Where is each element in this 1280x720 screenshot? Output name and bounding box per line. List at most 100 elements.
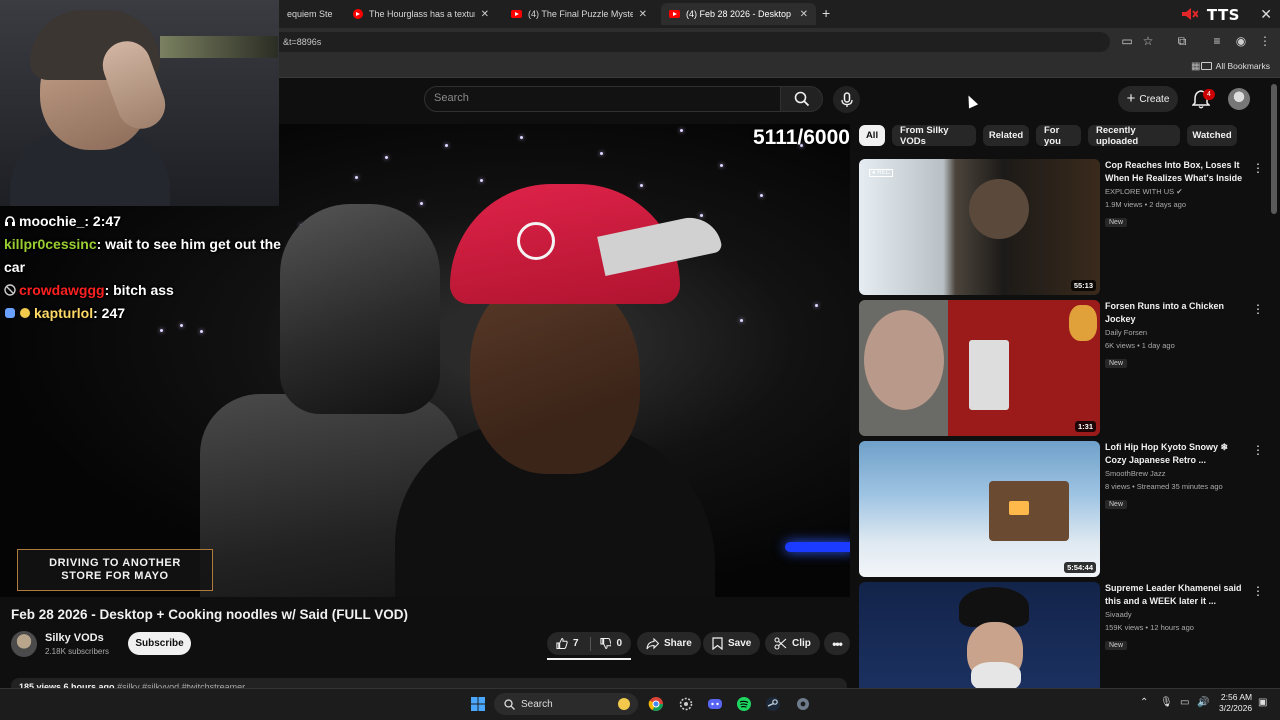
recommended-video[interactable]: Supreme Leader Khamenei said this and a … bbox=[859, 582, 1259, 688]
search-button[interactable] bbox=[781, 86, 823, 112]
url-box[interactable] bbox=[270, 32, 1110, 52]
video-thumbnail[interactable]: 5:54:44 bbox=[859, 441, 1100, 577]
all-bookmarks-button[interactable]: All Bookmarks bbox=[1200, 61, 1270, 71]
tray-microphone-icon[interactable]: 🎙 bbox=[1160, 697, 1173, 708]
browser-tab-active[interactable]: (4) Feb 28 2026 - Desktop + Co ✕ bbox=[661, 3, 816, 25]
media-controls-icon[interactable]: ≡ bbox=[1210, 34, 1224, 48]
video-thumbnail[interactable] bbox=[859, 582, 1100, 688]
channel-name[interactable]: Silky VODs bbox=[45, 632, 104, 644]
video-title: Feb 28 2026 - Desktop + Cooking noodles … bbox=[11, 607, 408, 622]
browser-menu-icon[interactable]: ⋮ bbox=[1258, 34, 1272, 48]
video-duration: 5:54:44 bbox=[1064, 562, 1096, 573]
channel-name[interactable]: Sivaady bbox=[1105, 608, 1245, 621]
more-vertical-icon[interactable]: ⋮ bbox=[1252, 302, 1264, 316]
starlight bbox=[760, 194, 763, 197]
windows-start-icon[interactable] bbox=[470, 696, 486, 712]
taskbar-search-label: Search bbox=[521, 698, 553, 710]
tray-chevron-icon[interactable]: ⌃ bbox=[1140, 697, 1148, 708]
account-avatar[interactable] bbox=[1228, 88, 1250, 110]
close-tab-icon[interactable]: ✕ bbox=[800, 9, 808, 20]
more-vertical-icon[interactable]: ⋮ bbox=[1252, 443, 1264, 457]
chip-all[interactable]: All bbox=[859, 125, 885, 146]
recommended-video[interactable]: 5:54:44 Lofi Hip Hop Kyoto Snowy ❄ Cozy … bbox=[859, 441, 1264, 577]
tray-volume-icon[interactable]: 🔊 bbox=[1197, 697, 1209, 708]
like-count[interactable]: 7 bbox=[573, 638, 579, 649]
search-box[interactable] bbox=[424, 86, 781, 112]
channel-name[interactable]: Daily Forsen bbox=[1105, 326, 1245, 339]
video-title[interactable]: Supreme Leader Khamenei said this and a … bbox=[1105, 582, 1245, 608]
extensions-icon[interactable]: ⧉ bbox=[1175, 34, 1189, 48]
chip-recently-uploaded[interactable]: Recently uploaded bbox=[1088, 125, 1180, 147]
spotify-icon[interactable] bbox=[736, 696, 752, 712]
thumbnail-window-light bbox=[1009, 501, 1029, 515]
chat-message: killpr0cessinc: wait to see him get out … bbox=[4, 233, 304, 279]
share-label: Share bbox=[664, 638, 692, 649]
close-tab-icon[interactable]: ✕ bbox=[481, 9, 489, 20]
tts-overlay-logo: TTS bbox=[1206, 6, 1240, 24]
stream-status-overlay: DRIVING TO ANOTHER STORE FOR MAYO bbox=[17, 549, 213, 591]
voice-search-button[interactable] bbox=[833, 86, 860, 113]
thumbs-down-icon[interactable] bbox=[599, 637, 612, 650]
share-button[interactable]: Share bbox=[637, 632, 701, 655]
search-input[interactable]: Search bbox=[434, 92, 469, 104]
taskbar-clock[interactable]: 2:56 AM 3/2/2026 bbox=[1219, 692, 1252, 714]
channel-avatar[interactable] bbox=[11, 631, 37, 657]
chip-from-silky-vods[interactable]: From Silky VODs bbox=[892, 125, 976, 147]
video-title[interactable]: Forsen Runs into a Chicken Jockey bbox=[1105, 300, 1245, 326]
discord-icon[interactable] bbox=[707, 696, 723, 712]
url-text[interactable]: &t=8896s bbox=[283, 37, 321, 47]
overlay-line: STORE FOR MAYO bbox=[61, 570, 169, 582]
recommended-video[interactable]: ● REC 55:13 Cop Reaches Into Box, Loses … bbox=[859, 159, 1264, 295]
channel-name[interactable]: SmoothBrew Jazz bbox=[1105, 467, 1245, 480]
settings-gear-icon[interactable] bbox=[678, 696, 694, 712]
steam-icon[interactable] bbox=[765, 696, 781, 712]
new-tab-icon[interactable]: + bbox=[822, 5, 830, 21]
all-bookmarks-label: All Bookmarks bbox=[1215, 61, 1270, 71]
more-vertical-icon[interactable]: ⋮ bbox=[1252, 584, 1259, 598]
chrome-icon[interactable] bbox=[648, 696, 664, 712]
taskbar-search[interactable]: Search bbox=[494, 693, 638, 715]
cast-icon[interactable]: ▭ bbox=[1120, 34, 1134, 48]
chip-for-you[interactable]: For you bbox=[1036, 125, 1081, 147]
notification-center-icon[interactable]: ▣ bbox=[1258, 697, 1267, 708]
more-actions-button[interactable]: ••• bbox=[824, 632, 850, 655]
apps-grid-icon[interactable]: ▦ bbox=[1191, 61, 1200, 72]
browser-tab[interactable]: (4) The Final Puzzle Mystery - F ✕ bbox=[503, 3, 655, 25]
chat-badge-icon bbox=[4, 284, 16, 296]
chip-related[interactable]: Related bbox=[983, 125, 1029, 146]
clip-button[interactable]: Clip bbox=[765, 632, 820, 655]
dislike-count[interactable]: 0 bbox=[616, 638, 622, 649]
create-button[interactable]: + Create bbox=[1118, 86, 1178, 112]
bookmark-star-icon[interactable]: ☆ bbox=[1141, 34, 1155, 48]
profile-icon[interactable]: ◉ bbox=[1234, 34, 1248, 48]
save-button[interactable]: Save bbox=[703, 632, 761, 655]
subscribe-button[interactable]: Subscribe bbox=[128, 632, 191, 655]
thumbnail-snowy-house bbox=[989, 481, 1069, 541]
starlight bbox=[680, 129, 683, 132]
search-icon bbox=[504, 698, 515, 710]
app-gear-icon[interactable] bbox=[795, 696, 811, 712]
channel-name[interactable]: EXPLORE WITH US ✔ bbox=[1105, 185, 1245, 198]
video-thumbnail[interactable]: ● REC 55:13 bbox=[859, 159, 1100, 295]
mouse-cursor bbox=[963, 93, 979, 109]
chat-username: crowdawggg bbox=[19, 282, 105, 298]
browser-tab[interactable]: equiem Ste bbox=[279, 3, 349, 25]
video-info: Supreme Leader Khamenei said this and a … bbox=[1105, 582, 1245, 652]
thumbs-up-icon[interactable] bbox=[556, 637, 568, 650]
more-vertical-icon[interactable]: ⋮ bbox=[1252, 161, 1264, 175]
starlight bbox=[640, 184, 643, 187]
recommended-video[interactable]: 1:31 Forsen Runs into a Chicken Jockey D… bbox=[859, 300, 1264, 436]
close-tab-icon[interactable]: ✕ bbox=[639, 9, 647, 20]
close-window-icon[interactable]: ✕ bbox=[1260, 6, 1272, 23]
chat-message: moochie_: 2:47 bbox=[4, 210, 304, 233]
browser-tab[interactable]: The Hourglass has a texture. : ✕ bbox=[345, 3, 497, 25]
bookmark-icon bbox=[712, 637, 723, 650]
thumbnail-turban bbox=[959, 587, 1029, 627]
page-scrollbar[interactable] bbox=[1271, 84, 1277, 214]
chat-username: moochie_ bbox=[19, 213, 85, 229]
video-title[interactable]: Lofi Hip Hop Kyoto Snowy ❄ Cozy Japanese… bbox=[1105, 441, 1245, 467]
tray-network-icon[interactable]: ▭ bbox=[1180, 697, 1189, 708]
chip-watched[interactable]: Watched bbox=[1187, 125, 1237, 146]
video-title[interactable]: Cop Reaches Into Box, Loses It When He R… bbox=[1105, 159, 1245, 185]
video-thumbnail[interactable]: 1:31 bbox=[859, 300, 1100, 436]
